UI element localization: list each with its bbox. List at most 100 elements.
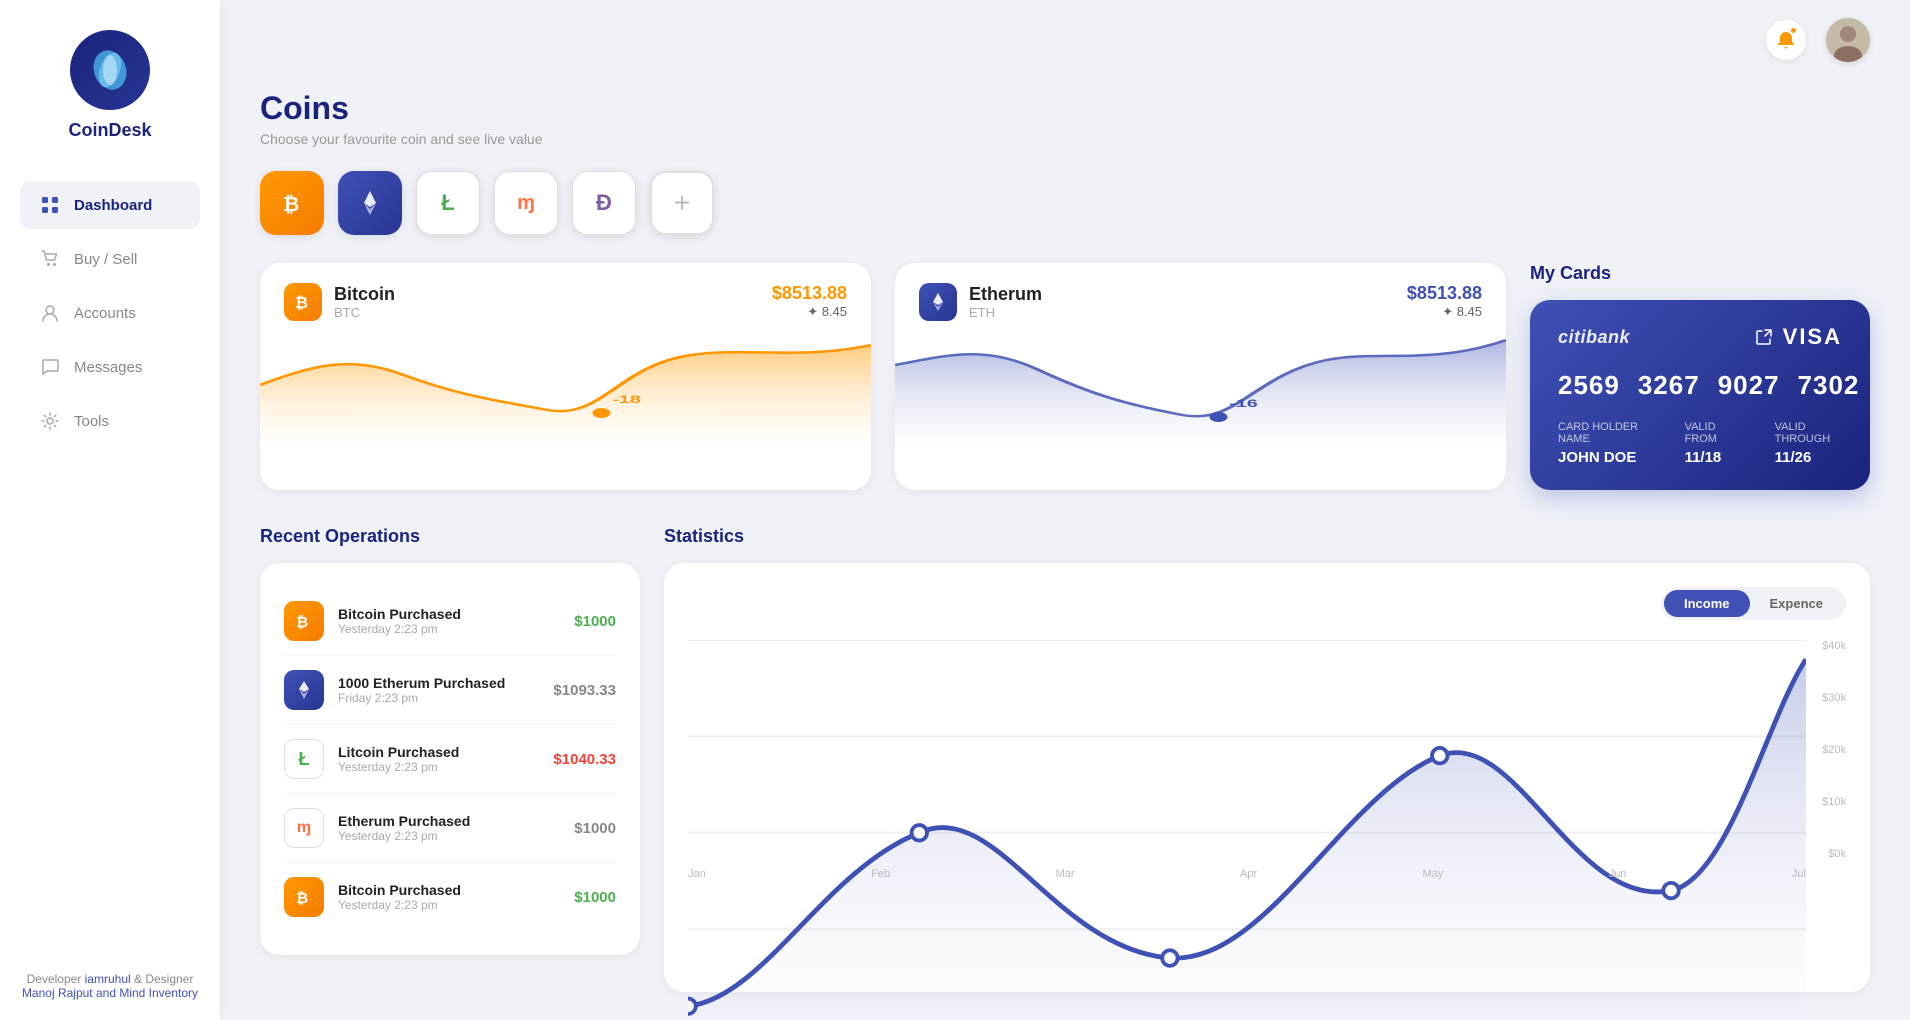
op-icon-xmr-3: ɱ	[297, 819, 311, 837]
person-icon	[40, 303, 60, 323]
op-info-0: Bitcoin Purchased Yesterday 2:23 pm	[338, 606, 560, 636]
card-number: 2569 3267 9027 7302	[1558, 370, 1842, 401]
card-valid-from-value: 11/18	[1685, 449, 1735, 466]
op-amount-4: $1000	[574, 889, 616, 906]
op-icon-3: ɱ	[284, 808, 324, 848]
grid-icon	[40, 195, 60, 215]
stats-chart-svg	[688, 640, 1806, 1020]
op-item-1: 1000 Etherum Purchased Friday 2:23 pm $1…	[284, 656, 616, 725]
coin-tab-btc[interactable]: ₿	[260, 171, 324, 235]
op-name-1: 1000 Etherum Purchased	[338, 675, 539, 691]
bitcoin-symbol: BTC	[334, 305, 395, 320]
op-item-2: Ł Litcoin Purchased Yesterday 2:23 pm $1…	[284, 725, 616, 794]
svg-text:₿: ₿	[296, 890, 308, 907]
sidebar-item-messages[interactable]: Messages	[20, 343, 200, 391]
card-number-2: 3267	[1638, 370, 1700, 401]
op-icon-4: ₿	[284, 877, 324, 917]
coin-tab-eth[interactable]	[338, 171, 402, 235]
ethereum-chart: -16	[895, 325, 1506, 445]
eth-icon	[919, 283, 957, 321]
op-name-0: Bitcoin Purchased	[338, 606, 560, 622]
op-info-1: 1000 Etherum Purchased Friday 2:23 pm	[338, 675, 539, 705]
footer-designer[interactable]: Manoj Rajput and Mind Inventory	[22, 986, 198, 1000]
op-amount-2: $1040.33	[553, 751, 616, 768]
x-axis: Jan Feb Mar Apr May Jun Jul	[688, 868, 1806, 880]
ethereum-name: Etherum	[969, 284, 1042, 305]
op-item-4: ₿ Bitcoin Purchased Yesterday 2:23 pm $1…	[284, 863, 616, 931]
bottom-row: Recent Operations ₿ Bitcoin Purchased Ye…	[260, 526, 1870, 955]
y-label-20k: $20k	[1811, 744, 1846, 756]
op-icon-eth-1	[293, 679, 315, 701]
sidebar-item-tools[interactable]: Tools	[20, 397, 200, 445]
op-icon-btc-0: ₿	[293, 610, 315, 632]
bitcoin-price: $8513.88	[772, 283, 847, 304]
coin-tab-add[interactable]: +	[650, 171, 714, 235]
op-item-3: ɱ Etherum Purchased Yesterday 2:23 pm $1…	[284, 794, 616, 863]
card-valid-from-label: VALID FROM	[1685, 421, 1735, 445]
footer-developer[interactable]: iamruhul	[85, 972, 131, 986]
btc-icon-svg: ₿	[292, 291, 314, 313]
credit-card: citibank VISA 2569 3267 9027 7	[1530, 300, 1870, 490]
main-area: Coins Choose your favourite coin and see…	[220, 0, 1910, 1020]
external-link-icon	[1755, 328, 1773, 346]
page-title: Coins	[260, 90, 1870, 127]
toggle-income[interactable]: Income	[1664, 590, 1750, 617]
y-label-30k: $30k	[1811, 692, 1846, 704]
logo-circle	[70, 30, 150, 110]
stats-header: Income Expence	[688, 587, 1846, 620]
notification-bell[interactable]	[1766, 20, 1806, 60]
op-time-0: Yesterday 2:23 pm	[338, 622, 560, 636]
op-info-4: Bitcoin Purchased Yesterday 2:23 pm	[338, 882, 560, 912]
sidebar-item-dashboard[interactable]: Dashboard	[20, 181, 200, 229]
btc-chart-svg: -18	[260, 325, 871, 445]
coin-tabs: ₿ Ł ɱ Đ +	[260, 171, 1870, 235]
sidebar-item-buy-sell[interactable]: Buy / Sell	[20, 235, 200, 283]
op-amount-0: $1000	[574, 613, 616, 630]
dash-symbol: Đ	[596, 190, 612, 216]
ethereum-card: Etherum ETH $8513.88 ✦ 8.45	[895, 263, 1506, 490]
cart-icon	[40, 249, 60, 269]
y-label-40k: $40k	[1811, 640, 1846, 652]
recent-ops-title: Recent Operations	[260, 526, 640, 547]
card-brand: VISA	[1783, 324, 1842, 350]
y-label-10k: $10k	[1811, 796, 1846, 808]
op-time-3: Yesterday 2:23 pm	[338, 829, 560, 843]
stats-card: Income Expence $40k $30k $20k $10k $0k	[664, 563, 1870, 992]
op-icon-btc-4: ₿	[293, 886, 315, 908]
card-bank-name: citibank	[1558, 327, 1630, 347]
card-holder-value: JOHN DOE	[1558, 449, 1645, 466]
my-cards-section: My Cards citibank VISA	[1530, 263, 1870, 490]
svg-text:₿: ₿	[295, 294, 308, 312]
x-label-jul: Jul	[1792, 868, 1806, 880]
coin-tab-dash[interactable]: Đ	[572, 171, 636, 235]
op-time-4: Yesterday 2:23 pm	[338, 898, 560, 912]
bitcoin-card: ₿ Bitcoin BTC $8513.88 ✦ 8.45	[260, 263, 871, 490]
card-valid-through-label: VALID THROUGH	[1775, 421, 1842, 445]
op-name-2: Litcoin Purchased	[338, 744, 539, 760]
user-avatar[interactable]	[1826, 18, 1870, 62]
x-label-mar: Mar	[1056, 868, 1075, 880]
toggle-expense[interactable]: Expence	[1750, 590, 1843, 617]
op-info-2: Litcoin Purchased Yesterday 2:23 pm	[338, 744, 539, 774]
notification-dot	[1789, 26, 1798, 35]
statistics-section: Statistics Income Expence $40k $30k	[664, 526, 1870, 955]
bitcoin-value: ✦ 8.45	[772, 304, 847, 320]
x-label-feb: Feb	[871, 868, 890, 880]
op-info-3: Etherum Purchased Yesterday 2:23 pm	[338, 813, 560, 843]
my-cards-title: My Cards	[1530, 263, 1870, 284]
op-icon-1	[284, 670, 324, 710]
svg-text:₿: ₿	[296, 614, 308, 631]
statistics-title: Statistics	[664, 526, 1870, 547]
svg-text:-16: -16	[1229, 398, 1258, 410]
gear-icon	[40, 411, 60, 431]
op-time-1: Friday 2:23 pm	[338, 691, 539, 705]
add-symbol: +	[674, 189, 690, 217]
op-time-2: Yesterday 2:23 pm	[338, 760, 539, 774]
coin-tab-ltc[interactable]: Ł	[416, 171, 480, 235]
eth-chart-svg: -16	[895, 325, 1506, 445]
coin-tab-xmr[interactable]: ɱ	[494, 171, 558, 235]
svg-text:-18: -18	[612, 394, 641, 406]
recent-operations-section: Recent Operations ₿ Bitcoin Purchased Ye…	[260, 526, 640, 955]
ops-card: ₿ Bitcoin Purchased Yesterday 2:23 pm $1…	[260, 563, 640, 955]
sidebar-item-accounts[interactable]: Accounts	[20, 289, 200, 337]
